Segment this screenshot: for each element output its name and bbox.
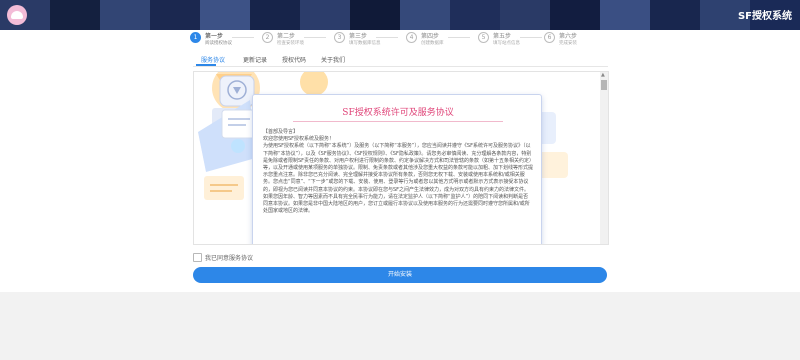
step-1-title: 第一步 <box>205 33 224 40</box>
agreement-card: SF授权系统许可及服务协议 【首部及导言】 欢迎您使用SF授权系统及服务！ 为使… <box>252 94 542 244</box>
step-5-title: 第五步 <box>493 33 512 40</box>
tab-update-log[interactable]: 更新记录 <box>243 55 267 64</box>
tab-about-us[interactable]: 关于我们 <box>321 55 345 64</box>
title-divider <box>293 121 503 122</box>
app-header: SF授权系统 <box>0 0 800 30</box>
app-title: SF授权系统 <box>737 11 792 22</box>
agreement-paragraph: 为使用SF授权系统（以下简称“本系统”）及服务（以下简称“本服务”），您应当阅读… <box>263 143 534 215</box>
step-connector <box>520 37 542 38</box>
step-6-title: 第六步 <box>559 33 578 40</box>
step-connector <box>304 37 326 38</box>
header-photo-strip <box>0 0 800 30</box>
step-5-number: 5 <box>478 32 489 43</box>
agreement-viewer[interactable]: SF授权系统许可及服务协议 【首部及导言】 欢迎您使用SF授权系统及服务！ 为使… <box>193 71 609 245</box>
step-3-title: 第三步 <box>349 33 368 40</box>
step-6-desc: 完成安装 <box>559 41 577 46</box>
step-connector <box>232 37 254 38</box>
cloud-logo-icon <box>7 5 27 25</box>
agreement-text: 【首部及导言】 欢迎您使用SF授权系统及服务！ 为使用SF授权系统（以下简称“本… <box>263 129 533 215</box>
active-tab-indicator <box>196 64 216 66</box>
tab-license-code[interactable]: 授权代码 <box>282 55 306 64</box>
step-4-desc: 创建数据库 <box>421 41 444 46</box>
agreement-title: SF授权系统许可及服务协议 <box>342 108 454 118</box>
scroll-thumb[interactable] <box>601 80 607 90</box>
step-6-number: 6 <box>544 32 555 43</box>
tab-service-agreement[interactable]: 服务协议 <box>201 55 225 64</box>
step-4-number: 4 <box>406 32 417 43</box>
agreement-scrollbar[interactable]: ▲ <box>600 72 608 244</box>
step-2: 2 第二步 检查安装环境 <box>262 31 332 49</box>
step-5-desc: 填写站点信息 <box>493 41 520 46</box>
step-3: 3 第三步 填写数据库信息 <box>334 31 404 49</box>
tab-bar: 服务协议 更新记录 授权代码 关于我们 <box>193 54 608 67</box>
install-steps: 1 第一步 阅读授权协议 2 第二步 检查安装环境 3 第三步 填写数据库信息 … <box>190 31 610 49</box>
step-4-title: 第四步 <box>421 33 440 40</box>
step-1-number: 1 <box>190 32 201 43</box>
step-6: 6 第六步 完成安装 <box>544 31 614 49</box>
step-1-desc: 阅读授权协议 <box>205 41 232 46</box>
step-connector <box>448 37 470 38</box>
agree-label[interactable]: 我已同意服务协议 <box>205 253 253 262</box>
step-2-desc: 检查安装环境 <box>277 41 304 46</box>
step-5: 5 第五步 填写站点信息 <box>478 31 548 49</box>
scroll-up-arrow-icon[interactable]: ▲ <box>601 73 605 78</box>
step-1: 1 第一步 阅读授权协议 <box>190 31 260 49</box>
step-2-title: 第二步 <box>277 33 296 40</box>
step-3-desc: 填写数据库信息 <box>349 41 381 46</box>
step-2-number: 2 <box>262 32 273 43</box>
agree-checkbox[interactable] <box>193 253 202 262</box>
step-4: 4 第四步 创建数据库 <box>406 31 476 49</box>
step-connector <box>376 37 398 38</box>
start-install-button[interactable]: 开始安装 <box>193 267 607 283</box>
step-3-number: 3 <box>334 32 345 43</box>
